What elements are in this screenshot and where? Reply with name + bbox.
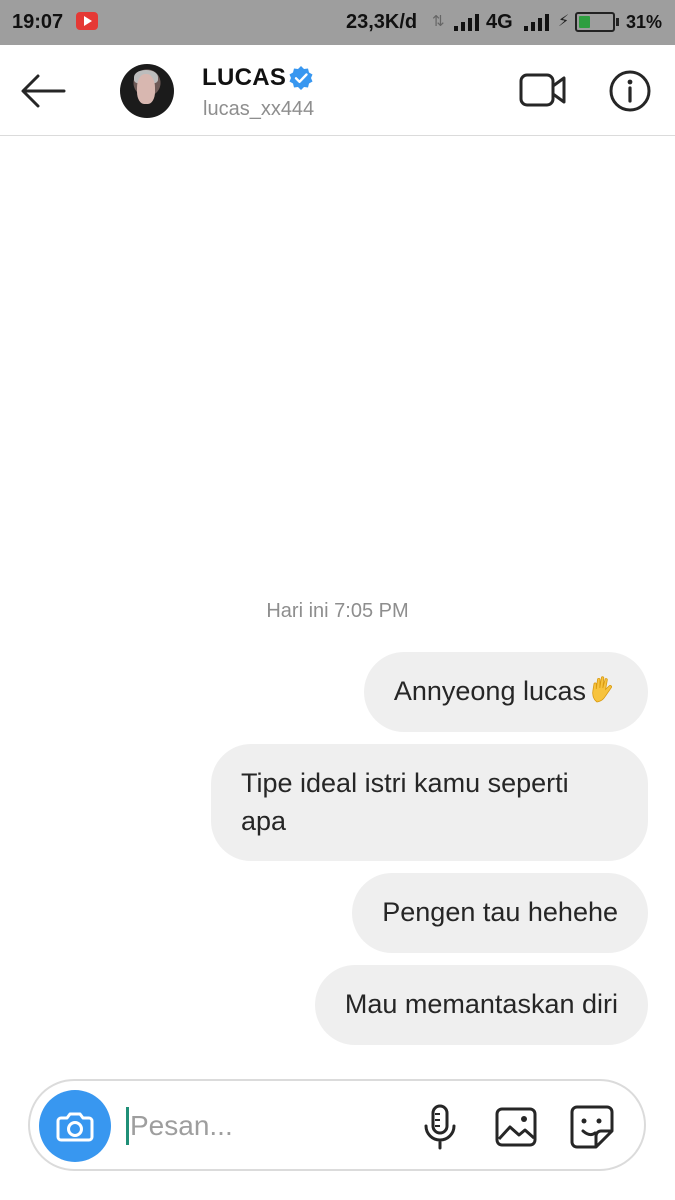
camera-icon	[56, 1112, 94, 1142]
battery-level-fill	[579, 16, 590, 28]
message-text: Pengen tau hehehe	[382, 897, 618, 927]
contact-name[interactable]: LUCAS	[202, 64, 286, 92]
raised-hand-emoji-icon	[592, 676, 612, 703]
message-bubble[interactable]: Pengen tau hehehe	[352, 873, 648, 953]
signal-icon	[524, 13, 554, 31]
charging-bolt-icon: ⚡	[558, 13, 570, 30]
battery-percent: 31%	[626, 12, 663, 32]
microphone-icon[interactable]	[420, 1103, 460, 1151]
conversation-timestamp: Hari ini 7:05 PM	[266, 600, 409, 622]
message-text: Mau memantaskan diri	[344, 989, 618, 1019]
message-text: Tipe ideal istri kamu seperti apa	[241, 768, 569, 836]
sticker-icon[interactable]	[568, 1103, 616, 1151]
network-type: 4G	[486, 11, 513, 33]
youtube-notification-icon	[76, 12, 98, 30]
message-bubble[interactable]: Annyeong lucas	[363, 652, 648, 732]
status-time: 19:07	[12, 11, 64, 33]
gallery-icon[interactable]	[494, 1105, 538, 1149]
back-arrow-icon[interactable]	[18, 67, 70, 115]
dm-screen: 19:07 23,3K/d ⇅ 4G ⚡ 31% LUCAS lucas_xx4…	[0, 0, 675, 1200]
message-text: Annyeong lucas	[393, 676, 586, 706]
verified-badge-icon	[289, 66, 313, 90]
message-input[interactable]	[130, 1103, 400, 1149]
text-cursor	[126, 1107, 129, 1145]
contact-username[interactable]: lucas_xx444	[203, 98, 314, 121]
network-speed: 23,3K/d	[346, 11, 418, 33]
message-composer	[28, 1079, 646, 1171]
contact-name-row[interactable]: LUCAS	[202, 63, 314, 93]
avatar-face	[137, 74, 155, 104]
battery-icon	[575, 12, 619, 32]
camera-button[interactable]	[39, 1090, 111, 1162]
status-bar: 19:07 23,3K/d ⇅ 4G ⚡ 31%	[0, 0, 675, 45]
chat-header: LUCAS lucas_xx444	[0, 45, 675, 136]
message-bubble[interactable]: Mau memantaskan diri	[314, 965, 648, 1045]
avatar[interactable]	[120, 64, 174, 118]
signal-icon	[454, 13, 484, 31]
data-activity-icon: ⇅	[432, 13, 445, 30]
video-call-icon[interactable]	[518, 69, 568, 111]
message-bubble[interactable]: Tipe ideal istri kamu seperti apa	[211, 744, 648, 861]
info-icon[interactable]	[608, 69, 652, 113]
